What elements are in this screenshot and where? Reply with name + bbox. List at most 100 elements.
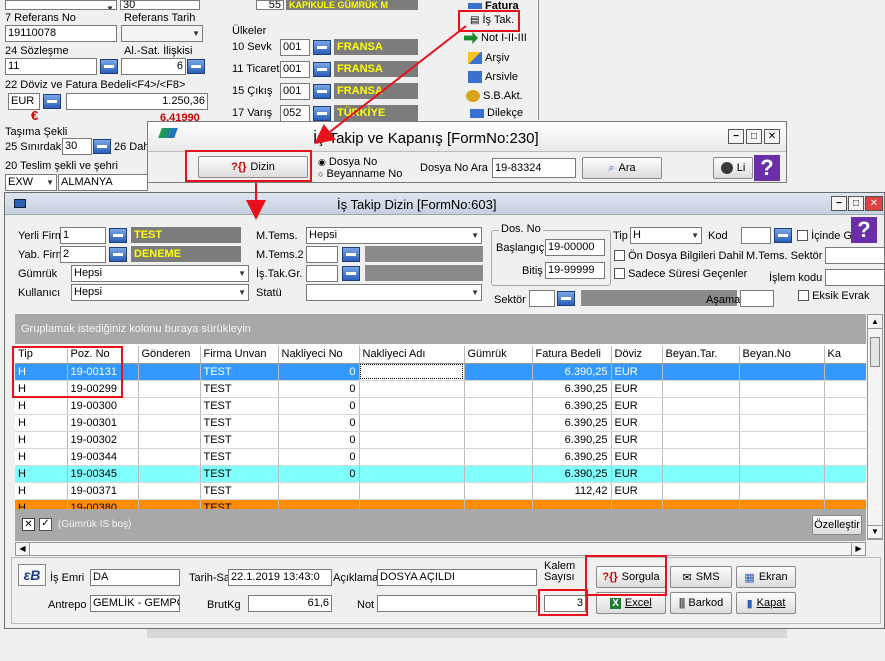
cell-nak-no[interactable]: 0 (278, 363, 360, 381)
currency-lookup-button[interactable] (43, 94, 61, 109)
cell-doviz[interactable]: EUR (611, 397, 663, 415)
cell-empty[interactable] (824, 448, 866, 466)
cell-empty[interactable] (739, 363, 825, 381)
cell-empty[interactable] (824, 482, 866, 500)
country-code-input[interactable]: 052 (280, 105, 310, 122)
column-header[interactable]: Ka (824, 346, 866, 364)
cell-poz[interactable]: 19-00302 (67, 431, 139, 449)
cell-tip[interactable]: H (15, 499, 68, 509)
table-row[interactable]: H 19-00302 TEST 0 6.390,25 EUR (15, 431, 866, 449)
cell-empty[interactable] (359, 363, 465, 381)
tarih-input[interactable]: 22.1.2019 13:43:0 (228, 569, 332, 586)
table-row[interactable]: H 19-00344 TEST 0 6.390,25 EUR (15, 448, 866, 466)
cell-empty[interactable] (464, 431, 533, 449)
cell-tip[interactable]: H (15, 397, 68, 415)
istakgr-lookup-button[interactable] (342, 266, 360, 281)
is-emri-input[interactable]: DA (90, 569, 180, 586)
cell-firma[interactable]: TEST (200, 397, 279, 415)
bitis-input[interactable]: 19-99999 (545, 262, 605, 279)
cell-doviz[interactable]: EUR (611, 448, 663, 466)
cell-empty[interactable] (138, 363, 201, 381)
cell-doviz[interactable]: EUR (611, 380, 663, 398)
cell-empty[interactable] (464, 380, 533, 398)
column-header[interactable]: Beyan.No (739, 346, 825, 364)
cell-doviz[interactable] (611, 499, 663, 509)
cell-fatura[interactable]: 6.390,25 (532, 380, 612, 398)
menu-sbakt[interactable]: S.B.Akt. (466, 90, 523, 102)
cell-empty[interactable] (138, 465, 201, 483)
country-lookup-button[interactable] (313, 106, 331, 121)
menu-arsiv[interactable]: Arşiv (468, 52, 509, 64)
cell-empty[interactable] (662, 465, 740, 483)
cell-empty[interactable] (359, 482, 465, 500)
menu-not[interactable]: Not I-II-III (464, 32, 527, 44)
cell-nak-no[interactable]: 0 (278, 414, 360, 432)
dialog603-titlebar[interactable]: İş Takip Dizin [FormNo:603] − □ ✕ (5, 193, 884, 215)
cell-poz[interactable]: 19-00300 (67, 397, 139, 415)
cell-empty[interactable] (662, 414, 740, 432)
cell-doviz[interactable]: EUR (611, 482, 663, 500)
cell-empty[interactable] (464, 499, 533, 509)
cell-empty[interactable] (359, 499, 465, 509)
menu-fatura[interactable]: Fatura (468, 0, 519, 12)
cell-fatura[interactable]: 6.390,25 (532, 431, 612, 449)
sektor-input[interactable] (529, 290, 555, 307)
gumruk-select[interactable]: Hepsi (71, 265, 249, 282)
scroll-down-button[interactable]: ▼ (867, 525, 883, 539)
not-input[interactable] (377, 595, 537, 612)
top-value[interactable]: 30 (120, 0, 200, 10)
sektor-lookup-button[interactable] (557, 291, 575, 306)
asama-input[interactable] (740, 290, 774, 307)
dialog603-minimize-button[interactable]: − (831, 196, 847, 211)
cell-empty[interactable] (138, 431, 201, 449)
cell-empty[interactable] (662, 431, 740, 449)
cell-empty[interactable] (662, 482, 740, 500)
cell-tip[interactable]: H (15, 380, 68, 398)
cell-fatura[interactable] (532, 499, 612, 509)
ara-button[interactable]: ⌕ Ara (582, 157, 662, 179)
country-code-input[interactable]: 001 (280, 83, 310, 100)
cell-tip[interactable]: H (15, 448, 68, 466)
cell-empty[interactable] (464, 482, 533, 500)
border-input[interactable]: 30 (62, 138, 92, 155)
cell-doviz[interactable]: EUR (611, 431, 663, 449)
table-row[interactable]: H 19-00300 TEST 0 6.390,25 EUR (15, 397, 866, 415)
dialog603-close-button[interactable]: ✕ (865, 196, 883, 211)
country-lookup-button[interactable] (313, 40, 331, 55)
cell-fatura[interactable]: 6.390,25 (532, 448, 612, 466)
trade-input[interactable]: 6 (121, 58, 186, 75)
country-lookup-button[interactable] (313, 84, 331, 99)
column-header[interactable]: Beyan.Tar. (662, 346, 740, 364)
menu-arsivle[interactable]: Arsivle (468, 71, 518, 83)
cell-empty[interactable] (359, 397, 465, 415)
excel-button[interactable]: X Excel (596, 592, 666, 614)
cell-tip[interactable]: H (15, 363, 68, 381)
table-row[interactable]: H 19-00371 TEST 112,42 EUR (15, 482, 866, 500)
cell-firma[interactable]: TEST (200, 363, 279, 381)
baslangic-input[interactable]: 19-00000 (545, 239, 605, 256)
column-header[interactable]: Fatura Bedeli (532, 346, 612, 364)
cell-firma[interactable]: TEST (200, 499, 279, 509)
cell-fatura[interactable]: 6.390,25 (532, 414, 612, 432)
cell-nak-no[interactable]: 0 (278, 431, 360, 449)
cell-empty[interactable] (359, 380, 465, 398)
delivery-city-input[interactable]: ALMANYA (58, 174, 148, 191)
column-header[interactable]: Gönderen (138, 346, 201, 364)
cell-empty[interactable] (739, 499, 825, 509)
yab-firma-lookup-button[interactable] (109, 247, 127, 262)
table-row[interactable]: H 19-00301 TEST 0 6.390,25 EUR (15, 414, 866, 432)
cell-firma[interactable]: TEST (200, 431, 279, 449)
country-lookup-button[interactable] (313, 62, 331, 77)
cell-doviz[interactable]: EUR (611, 363, 663, 381)
cell-empty[interactable] (739, 380, 825, 398)
grid-hscroll[interactable]: ◀ ▶ (15, 542, 866, 556)
cell-empty[interactable] (824, 380, 866, 398)
cell-firma[interactable]: TEST (200, 380, 279, 398)
cell-empty[interactable] (824, 499, 866, 509)
cell-empty[interactable] (824, 414, 866, 432)
cell-firma[interactable]: TEST (200, 414, 279, 432)
contract-lookup-button[interactable] (100, 59, 118, 74)
cell-nak-no[interactable]: 0 (278, 397, 360, 415)
country-code-input[interactable]: 001 (280, 61, 310, 78)
cell-nak-no[interactable] (278, 499, 360, 509)
